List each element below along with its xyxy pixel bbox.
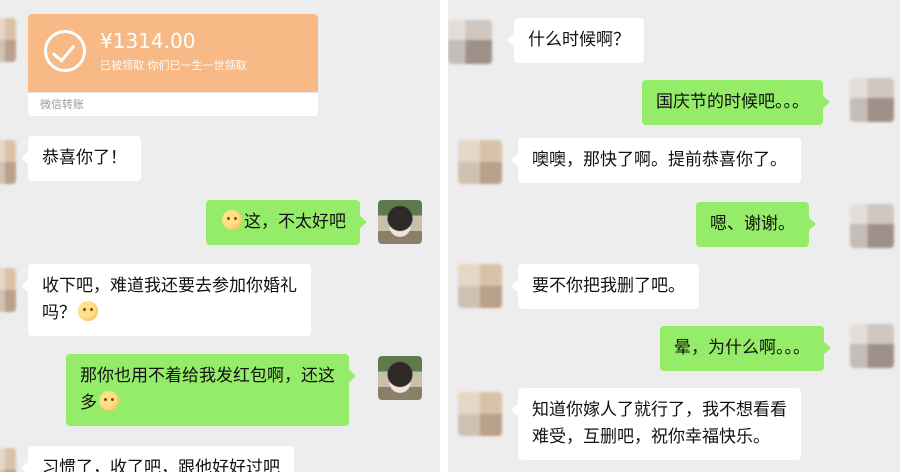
friend-avatar[interactable]: [0, 18, 16, 62]
friend-avatar[interactable]: [458, 264, 502, 308]
message-text-line: 那你也用不着给我发红包啊，还这: [80, 366, 335, 386]
message-bubble-incoming[interactable]: 噢噢，那快了啊。提前恭喜你了。: [511, 138, 801, 183]
message-bubble-incoming[interactable]: 要不你把我删了吧。: [511, 264, 699, 309]
message-text: 国庆节的时候吧。。。: [656, 92, 809, 112]
emoji-icon: [222, 210, 242, 230]
friend-avatar[interactable]: [448, 20, 492, 64]
message-bubble-outgoing[interactable]: 国庆节的时候吧。。。: [642, 80, 830, 125]
emoji-icon: [78, 301, 98, 321]
my-avatar[interactable]: [850, 78, 894, 122]
message-text-line: 难受，互删吧，祝你幸福快乐。: [532, 427, 770, 447]
message-bubble-outgoing[interactable]: 那你也用不着给我发红包啊，还这 多: [66, 354, 356, 426]
message-bubble-incoming[interactable]: 收下吧，难道我还要去参加你婚礼 吗？: [21, 264, 311, 336]
friend-avatar[interactable]: [458, 140, 502, 184]
screenshot-divider: [440, 0, 448, 472]
message-bubble-incoming[interactable]: 知道你嫁人了就行了，我不想看看 难受，互删吧，祝你幸福快乐。: [511, 388, 801, 460]
message-text: 晕，为什么啊。。。: [674, 338, 810, 358]
message-text: 噢噢，那快了啊。提前恭喜你了。: [532, 150, 787, 170]
my-avatar[interactable]: [378, 200, 422, 244]
message-text: 什么时候啊？: [528, 30, 630, 50]
message-text-line: 多: [80, 390, 335, 417]
message-text: 习惯了，收了吧，跟他好好过吧: [42, 458, 280, 472]
message-bubble-incoming[interactable]: 恭喜你了！: [21, 136, 141, 181]
transfer-amount: ¥1314.00: [100, 29, 196, 53]
transfer-card-top: ¥1314.00 已被领取 你们已一生一世领取: [28, 14, 318, 92]
friend-avatar[interactable]: [0, 140, 16, 184]
wechat-transfer-card[interactable]: ¥1314.00 已被领取 你们已一生一世领取 微信转账: [28, 14, 318, 116]
friend-avatar[interactable]: [0, 448, 16, 472]
friend-avatar[interactable]: [0, 268, 16, 312]
emoji-icon: [99, 391, 119, 411]
message-text: 这，不太好吧: [244, 212, 346, 232]
message-bubble-outgoing[interactable]: 这，不太好吧: [206, 200, 367, 245]
message-text: 要不你把我删了吧。: [532, 276, 685, 296]
message-bubble-incoming[interactable]: 习惯了，收了吧，跟他好好过吧: [21, 446, 294, 472]
check-circle-icon: [44, 30, 86, 72]
transfer-status: 已被领取 你们已一生一世领取: [100, 59, 247, 72]
message-text-line: 知道你嫁人了就行了，我不想看看: [532, 400, 787, 420]
message-bubble-incoming[interactable]: 什么时候啊？: [507, 18, 644, 63]
message-bubble-outgoing[interactable]: 嗯、谢谢。: [696, 202, 816, 247]
my-avatar[interactable]: [850, 324, 894, 368]
my-avatar[interactable]: [850, 204, 894, 248]
message-text: 嗯、谢谢。: [710, 214, 795, 234]
my-avatar[interactable]: [378, 356, 422, 400]
friend-avatar[interactable]: [458, 392, 502, 436]
message-text-line: 收下吧，难道我还要去参加你婚礼: [42, 276, 297, 296]
transfer-footer: 微信转账: [28, 92, 318, 116]
right-chat-screenshot: 什么时候啊？ 国庆节的时候吧。。。 噢噢，那快了啊。提前恭喜你了。 嗯、谢谢。 …: [448, 0, 900, 472]
message-text: 恭喜你了！: [42, 148, 127, 168]
message-bubble-outgoing[interactable]: 晕，为什么啊。。。: [660, 326, 831, 371]
message-text-line: 吗？: [42, 300, 297, 327]
left-chat-screenshot: ¥1314.00 已被领取 你们已一生一世领取 微信转账 恭喜你了！ 这，不太好…: [0, 0, 440, 472]
